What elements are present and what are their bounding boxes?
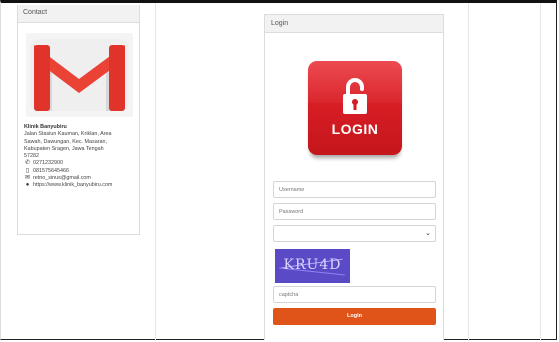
- contact-panel: Contact Klinik Banyubiru Jalan Stasiun K…: [17, 5, 140, 235]
- mobile-number: 081575645466: [33, 167, 69, 174]
- login-button[interactable]: Login: [273, 308, 436, 325]
- phone-number: 0271232900: [33, 160, 63, 167]
- address-line: Kabupaten Sragen, Jawa Tengah: [24, 145, 104, 152]
- login-panel-title: Login: [265, 15, 443, 33]
- phone-icon: ✆: [24, 160, 31, 167]
- chevron-down-icon: ⌄: [425, 230, 431, 237]
- username-input[interactable]: [273, 181, 436, 198]
- address-line: Sawah, Dawungan, Kec. Masaran,: [24, 138, 108, 145]
- column-divider: [155, 3, 156, 341]
- captcha-text: KRU4D: [283, 257, 342, 273]
- contact-info: Klinik Banyubiru Jalan Stasiun Kauman, K…: [24, 124, 138, 190]
- email-row: ✉ retno_sinus@gmail.com: [24, 175, 138, 182]
- website-row: ● https://www.klinik_banyubiru.com: [24, 182, 138, 189]
- login-lock-badge: LOGIN: [308, 61, 402, 155]
- clinic-name: Klinik Banyubiru: [24, 124, 67, 130]
- mobile-row: ▯ 081575645466: [24, 168, 138, 175]
- mobile-icon: ▯: [25, 167, 30, 174]
- password-input[interactable]: [273, 203, 436, 220]
- captcha-input[interactable]: [273, 286, 436, 303]
- website-link[interactable]: https://www.klinik_banyubiru.com: [33, 182, 112, 189]
- column-divider: [468, 3, 469, 341]
- role-select[interactable]: ⌄: [273, 225, 436, 242]
- address-line: Jalan Stasiun Kauman, Kriklan, Area: [24, 131, 112, 138]
- captcha-image: KRU4D: [275, 249, 350, 283]
- gmail-icon: [26, 33, 133, 117]
- address-line: 57282: [24, 153, 39, 160]
- login-badge-text: LOGIN: [331, 121, 379, 137]
- column-divider: [540, 3, 541, 341]
- email-address: retno_sinus@gmail.com: [33, 175, 91, 182]
- envelope-icon: ✉: [24, 175, 31, 182]
- contact-panel-title: Contact: [18, 5, 139, 23]
- unlock-icon: [343, 78, 367, 114]
- login-panel: Login LOGIN ⌄ KRU4D Login: [264, 14, 444, 340]
- globe-icon: ●: [25, 182, 30, 189]
- phone-row: ✆ 0271232900: [24, 160, 138, 167]
